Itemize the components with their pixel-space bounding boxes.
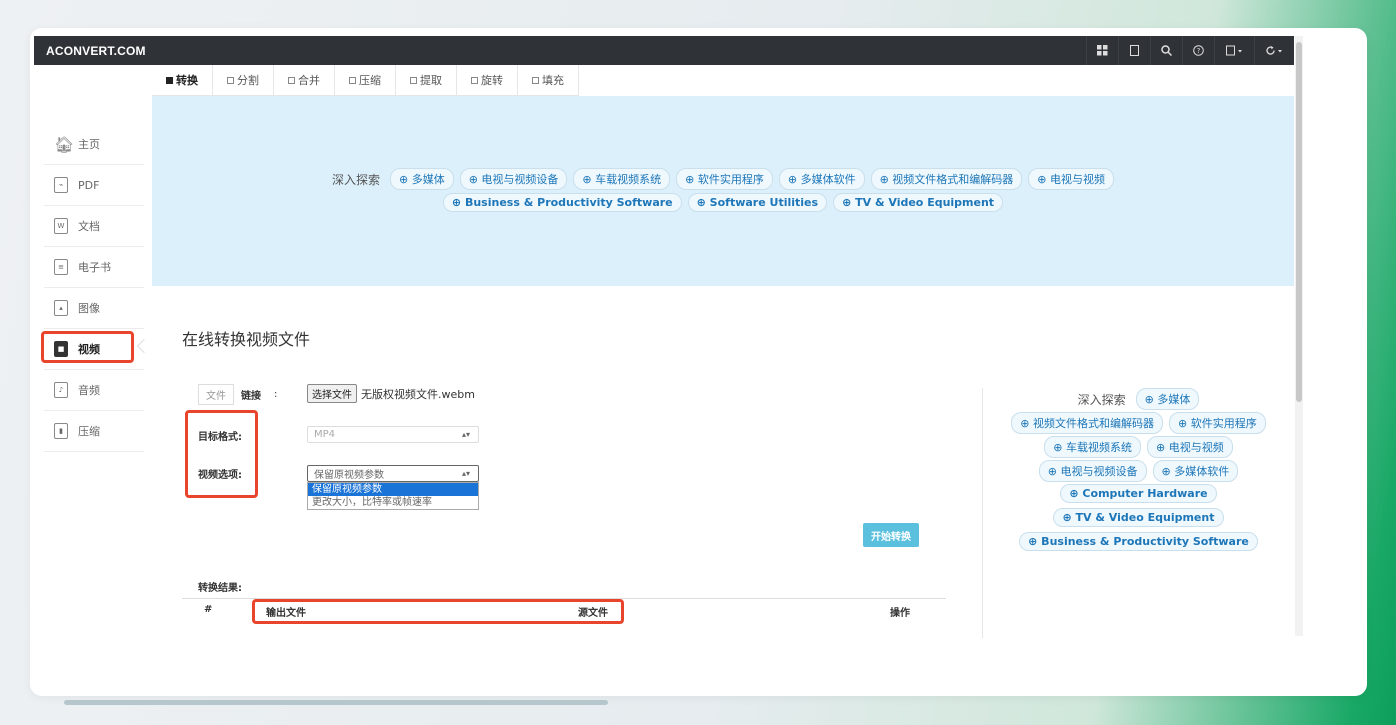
tab-compress[interactable]: 压缩: [335, 65, 396, 95]
sidebar-item-document[interactable]: W 文档: [44, 206, 144, 247]
operation-tabs: 转换 分割 合并 压缩 提取 旋转 填充: [152, 65, 579, 96]
audio-icon: ♪: [54, 382, 68, 398]
top-navbar: ACONVERT.COM ?: [34, 36, 1294, 65]
sidebar-item-image[interactable]: ▴ 图像: [44, 288, 144, 329]
language-icon[interactable]: [1214, 36, 1254, 65]
topic-pill[interactable]: ⊕ 软件实用程序: [1169, 412, 1266, 434]
bottom-progress-bar: [64, 700, 608, 705]
right-panel-line: ⊕ 电视与视频设备 ⊕ 多媒体软件: [983, 460, 1294, 482]
topic-pill[interactable]: ⊕ 电视与视频: [1147, 436, 1233, 458]
search-icon[interactable]: [1150, 36, 1182, 65]
source-colon: :: [274, 389, 278, 400]
right-panel-line: ⊕ 车载视频系统 ⊕ 电视与视频: [983, 436, 1294, 458]
tab-checkbox-icon: [288, 76, 295, 84]
sidebar-item-pdf[interactable]: ⌁ PDF: [44, 165, 144, 206]
file-chooser: 选择文件 无版权视频文件.webm: [307, 384, 475, 403]
right-panel-line: ⊕ Business & Productivity Software: [983, 532, 1294, 551]
tab-checkbox-icon: [227, 76, 234, 84]
highlight-box-table-header: [252, 599, 624, 624]
tab-checkbox-icon: [410, 76, 417, 84]
right-explore-panel: 深入探索 ⊕ 多媒体 ⊕ 视频文件格式和编解码器 ⊕ 软件实用程序 ⊕ 车载视频…: [982, 388, 1294, 638]
topic-pill[interactable]: ⊕ 车载视频系统: [573, 168, 671, 190]
archive-icon: ▮: [54, 423, 68, 439]
select-caret-icon: ▴▾: [461, 469, 470, 478]
topic-pill[interactable]: ⊕ 多媒体软件: [778, 168, 865, 190]
topic-pill[interactable]: ⊕ TV & Video Equipment: [1053, 508, 1224, 527]
topic-pill[interactable]: ⊕ 多媒体: [389, 168, 454, 190]
document-icon: W: [54, 218, 68, 234]
highlight-box-sidebar-video: [41, 331, 134, 363]
topic-pill[interactable]: ⊕ 电视与视频设备: [459, 168, 568, 190]
right-panel-line: ⊕ TV & Video Equipment: [983, 508, 1294, 527]
sidebar-item-audio[interactable]: ♪ 音频: [44, 370, 144, 411]
source-tabs: 文件 链接 :: [198, 384, 277, 405]
column-index: #: [204, 604, 213, 615]
tablet-icon[interactable]: [1118, 36, 1150, 65]
topic-pill[interactable]: ⊕ Computer Hardware: [1060, 484, 1217, 503]
target-format-select[interactable]: MP4 ▴▾: [307, 426, 479, 443]
start-convert-button[interactable]: 开始转换: [863, 523, 919, 547]
selected-file-name: 无版权视频文件.webm: [361, 387, 475, 401]
brand-logo[interactable]: ACONVERT.COM: [34, 44, 146, 58]
home-icon: 🏠︎: [54, 134, 75, 154]
right-panel-line: ⊕ Computer Hardware: [983, 484, 1294, 503]
video-options-select[interactable]: 保留原视频参数 ▴▾: [307, 465, 479, 482]
grid-icon[interactable]: [1086, 36, 1118, 65]
tab-checkbox-icon: [349, 76, 356, 84]
tab-split[interactable]: 分割: [213, 65, 274, 95]
tab-link[interactable]: 链接: [234, 385, 268, 404]
topic-pill[interactable]: ⊕ 多媒体: [1135, 388, 1200, 410]
tab-rotate[interactable]: 旋转: [457, 65, 518, 95]
page-title: 在线转换视频文件: [182, 330, 311, 349]
topic-pill[interactable]: ⊕ 车载视频系统: [1044, 436, 1141, 458]
ebook-icon: ≡: [54, 259, 68, 275]
dropdown-option-keep[interactable]: 保留原视频参数: [308, 483, 478, 496]
right-panel-line: 深入探索 ⊕ 多媒体: [983, 388, 1294, 410]
right-panel-line: ⊕ 视频文件格式和编解码器 ⊕ 软件实用程序: [983, 412, 1294, 434]
topic-pill[interactable]: ⊕ Software Utilities: [687, 193, 828, 212]
help-icon[interactable]: ?: [1182, 36, 1214, 65]
column-action: 操作: [890, 608, 910, 619]
sidebar-item-archive[interactable]: ▮ 压缩: [44, 411, 144, 452]
tab-pad[interactable]: 填充: [518, 65, 579, 95]
sidebar-item-ebook[interactable]: ≡ 电子书: [44, 247, 144, 288]
topic-pill[interactable]: ⊕ TV & Video Equipment: [833, 193, 1004, 212]
tab-checkbox-icon: [471, 76, 478, 84]
banner-line-1: 深入探索 ⊕ 多媒体 ⊕ 电视与视频设备 ⊕ 车载视频系统 ⊕ 软件实用程序 ⊕…: [152, 168, 1294, 190]
banner-line-2: ⊕ Business & Productivity Software ⊕ Sof…: [152, 193, 1294, 212]
sidebar-item-home[interactable]: 🏠︎ 主页: [44, 124, 144, 165]
svg-text:?: ?: [1197, 47, 1201, 55]
topic-pill[interactable]: ⊕ 电视与视频设备: [1038, 460, 1147, 482]
highlight-box-form-labels: [185, 410, 258, 498]
tab-checkbox-icon: [532, 76, 539, 84]
topic-pill[interactable]: ⊕ 视频文件格式和编解码器: [870, 168, 1023, 190]
topic-pill[interactable]: ⊕ 多媒体软件: [1152, 460, 1239, 482]
result-label: 转换结果:: [198, 583, 242, 594]
select-caret-icon: ▴▾: [461, 430, 470, 439]
image-icon: ▴: [54, 300, 68, 316]
explore-banner: 深入探索 ⊕ 多媒体 ⊕ 电视与视频设备 ⊕ 车载视频系统 ⊕ 软件实用程序 ⊕…: [152, 96, 1294, 286]
choose-file-button[interactable]: 选择文件: [307, 384, 357, 403]
topic-pill[interactable]: ⊕ 软件实用程序: [676, 168, 773, 190]
dropdown-option-change[interactable]: 更改大小，比特率或帧速率: [308, 496, 478, 509]
topic-pill[interactable]: ⊕ 电视与视频: [1028, 168, 1115, 190]
topic-pill[interactable]: ⊕ 视频文件格式和编解码器: [1011, 412, 1163, 434]
tab-extract[interactable]: 提取: [396, 65, 457, 95]
tab-file[interactable]: 文件: [198, 384, 234, 405]
refresh-icon[interactable]: [1254, 36, 1294, 65]
scrollbar-thumb[interactable]: [1296, 42, 1302, 402]
tab-merge[interactable]: 合并: [274, 65, 335, 95]
tab-convert[interactable]: 转换: [152, 65, 213, 95]
topic-pill[interactable]: ⊕ Business & Productivity Software: [1019, 532, 1258, 551]
tab-checkbox-icon: [166, 76, 173, 84]
pdf-icon: ⌁: [54, 177, 68, 193]
category-sidebar: 🏠︎ 主页 ⌁ PDF W 文档 ≡ 电子书 ▴ 图像 ■ 视频 ♪ 音频 ▮ 压缩: [44, 124, 144, 452]
page-scrollbar[interactable]: [1295, 36, 1303, 636]
explore-label: 深入探索: [331, 172, 380, 187]
explore-label: 深入探索: [1077, 392, 1126, 407]
video-options-dropdown: 保留原视频参数 更改大小，比特率或帧速率: [307, 482, 479, 510]
topic-pill[interactable]: ⊕ Business & Productivity Software: [442, 193, 682, 212]
